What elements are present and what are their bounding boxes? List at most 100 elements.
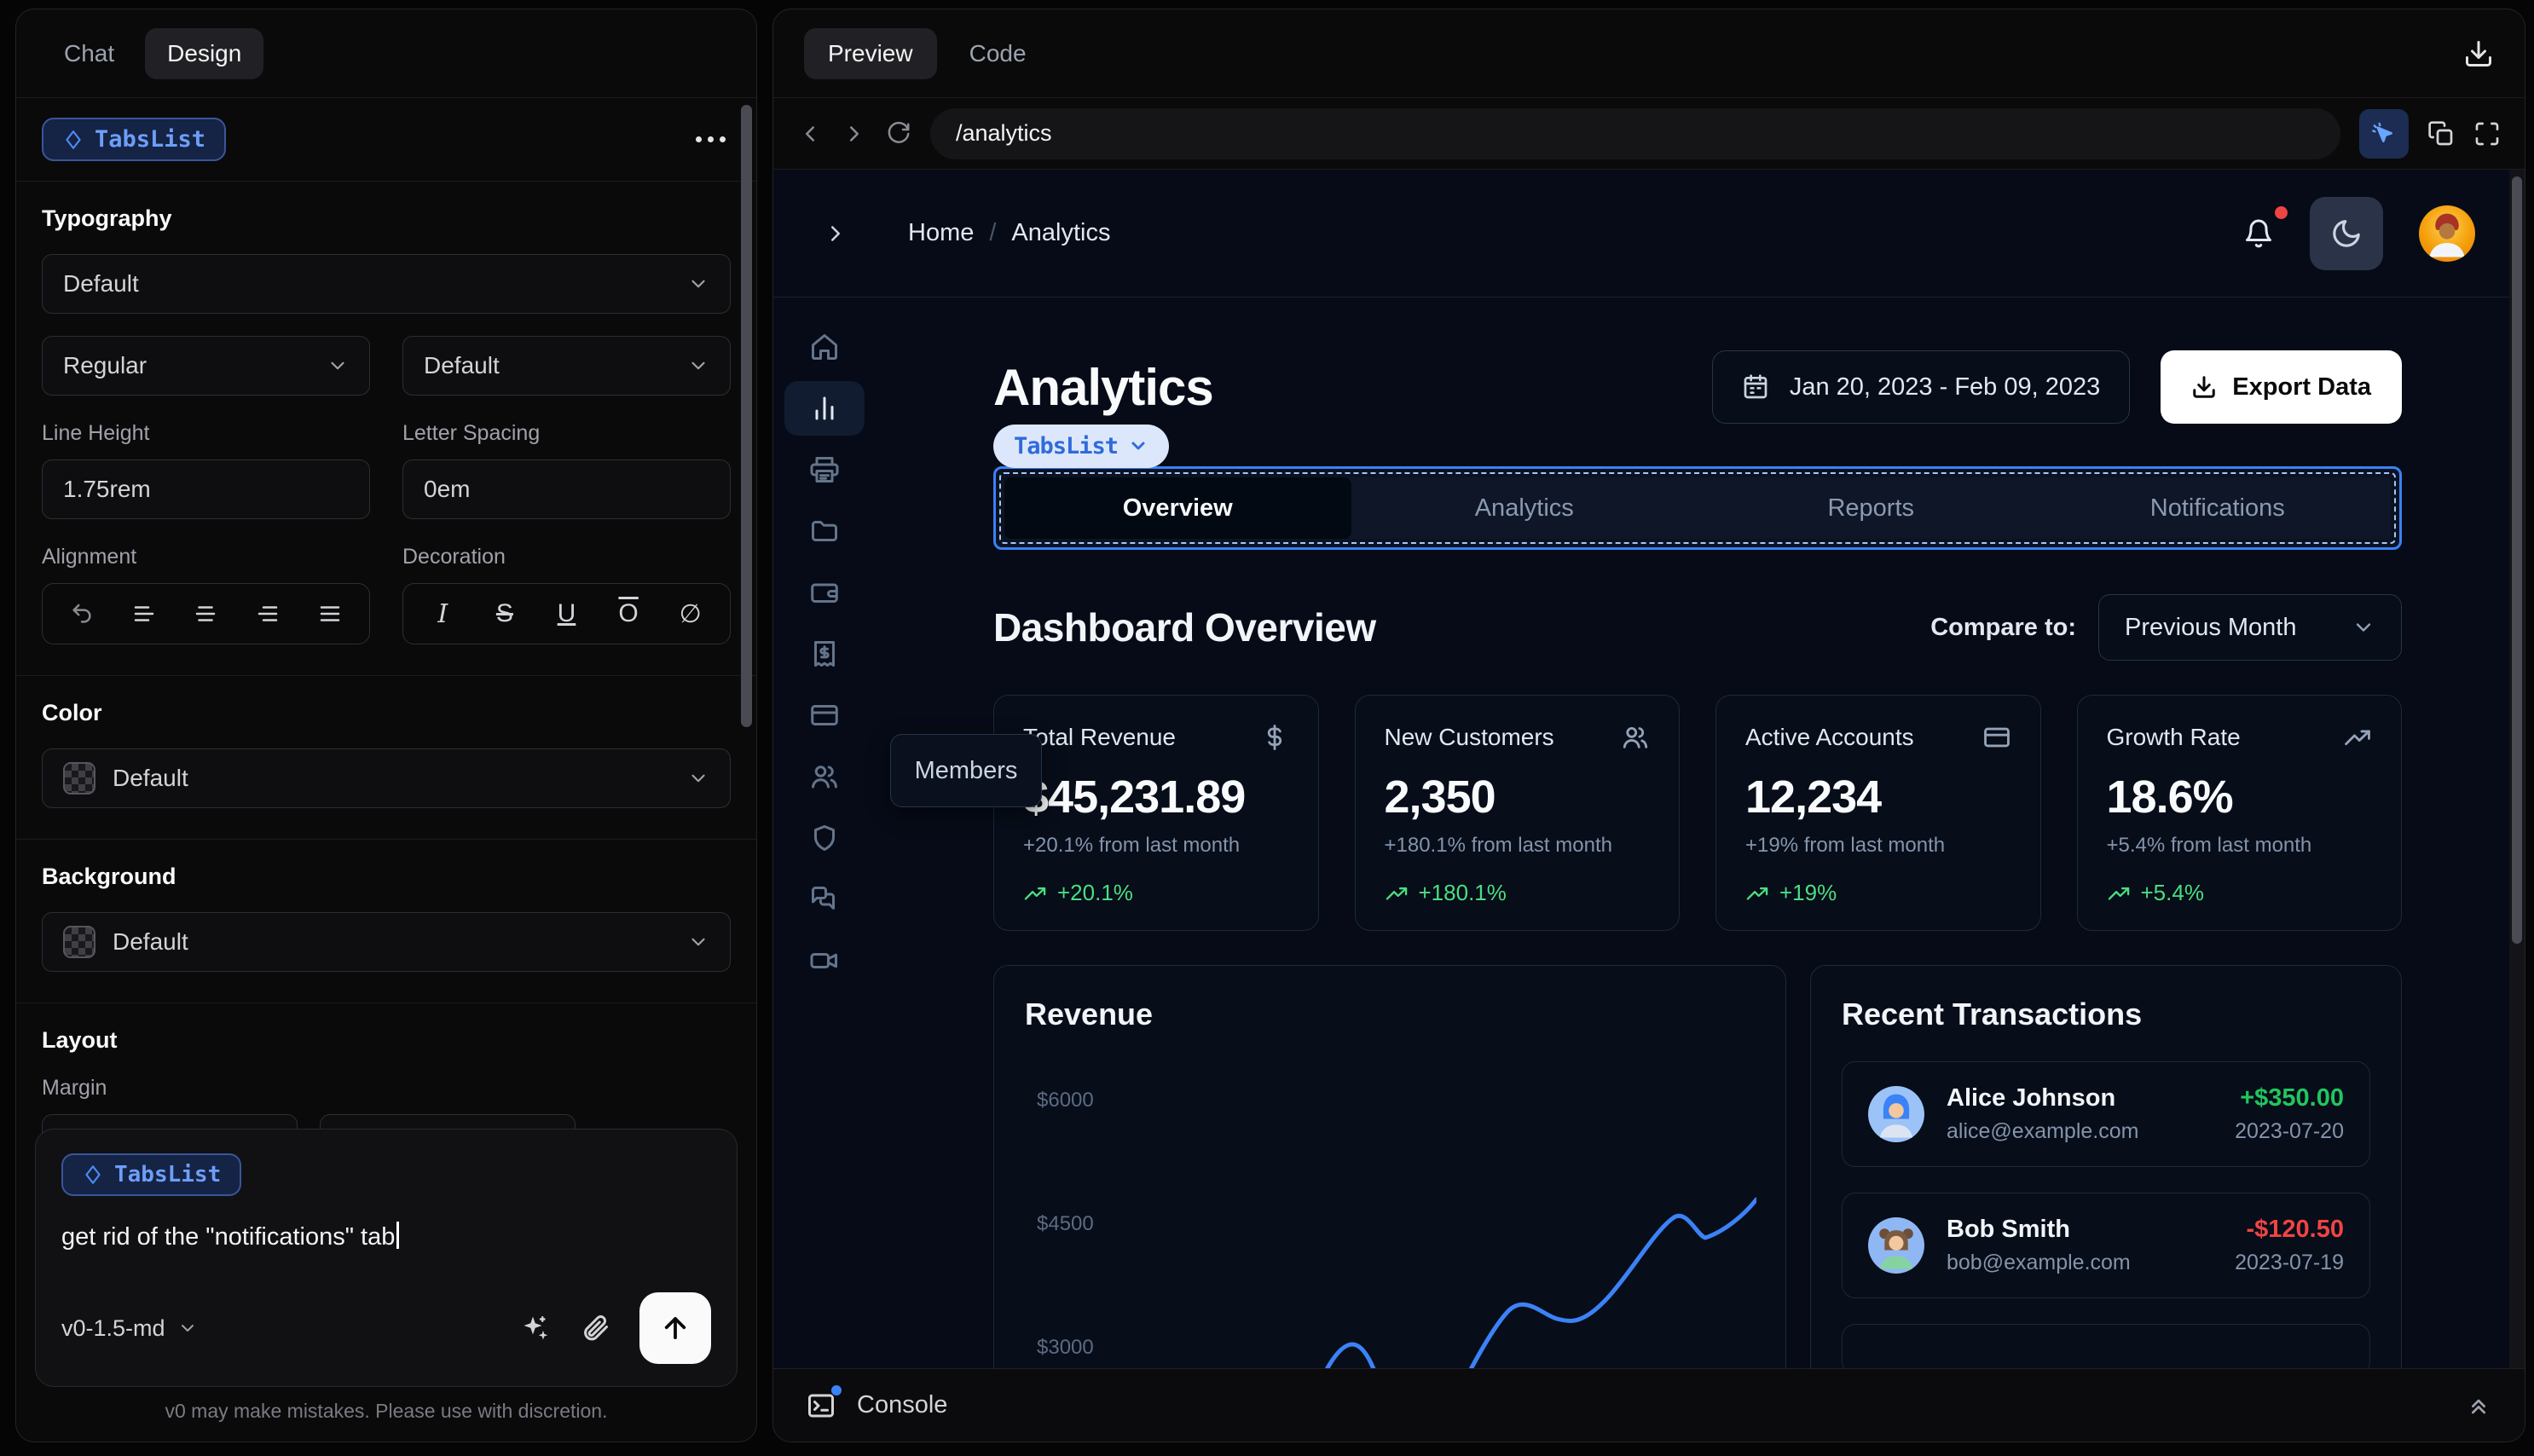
font-weight-select[interactable]: Regular (42, 336, 370, 396)
user-avatar[interactable] (2419, 205, 2475, 262)
model-select[interactable]: v0-1.5-md (61, 1315, 198, 1342)
nav-messages[interactable] (784, 869, 865, 930)
duplicate-button[interactable] (2427, 120, 2455, 147)
refresh-button[interactable] (886, 121, 911, 147)
theme-toggle[interactable] (2310, 196, 2383, 270)
prompt-composer[interactable]: TabsList get rid of the "notifications" … (35, 1129, 738, 1387)
tab-analytics[interactable]: Analytics (1351, 477, 1698, 539)
stat-subtext: +5.4% from last month (2106, 834, 2312, 857)
copy-icon (2427, 120, 2455, 147)
font-size-select[interactable]: Default (402, 336, 731, 396)
nav-video[interactable] (784, 930, 865, 991)
tab-design[interactable]: Design (145, 27, 264, 79)
nav-members[interactable] (784, 746, 865, 807)
background-title: Background (42, 864, 176, 889)
compare-select[interactable]: Previous Month (2098, 594, 2402, 661)
color-select[interactable]: Default (42, 748, 731, 808)
inspect-mode-button[interactable] (2359, 108, 2409, 159)
attachment-icon[interactable] (580, 1313, 610, 1343)
receipt-icon (809, 638, 840, 669)
left-panel-scrollbar[interactable] (741, 105, 752, 727)
stat-value: $45,231.89 (1023, 771, 1246, 823)
trending-up-icon (1023, 881, 1047, 905)
no-decoration-icon[interactable]: ∅ (676, 599, 705, 629)
home-icon (809, 332, 840, 362)
tab-code[interactable]: Code (946, 28, 1050, 79)
composer-context-chip[interactable]: TabsList (61, 1153, 242, 1196)
preview-scrollbar[interactable] (2509, 170, 2525, 1442)
color-swatch (63, 762, 95, 794)
background-select[interactable]: Default (42, 912, 731, 972)
transaction-row[interactable]: Bob Smith bob@example.com -$120.50 2023-… (1842, 1193, 2370, 1298)
url-input[interactable]: /analytics (930, 107, 2340, 159)
forward-button[interactable] (842, 121, 867, 147)
y-tick: $4500 (1037, 1212, 1094, 1235)
tab-preview[interactable]: Preview (804, 27, 937, 79)
background-section: Background Default (16, 840, 756, 1003)
chevron-down-icon (177, 1318, 198, 1338)
sidebar-toggle[interactable] (823, 221, 848, 246)
inspector-element-chip[interactable]: TabsList (993, 424, 1170, 468)
transaction-amount: -$120.50 (2246, 1216, 2345, 1243)
line-height-input[interactable]: 1.75rem (42, 459, 370, 519)
design-panel: Chat Design TabsList Typography Default … (15, 9, 757, 1442)
reset-alignment-icon[interactable] (69, 601, 95, 627)
transaction-row[interactable]: Alice Johnson alice@example.com +$350.00… (1842, 1061, 2370, 1167)
date-range-value: Jan 20, 2023 - Feb 09, 2023 (1789, 373, 2101, 401)
send-button[interactable] (639, 1292, 711, 1364)
export-data-button[interactable]: Export Data (2161, 350, 2402, 424)
nav-wallet[interactable] (784, 562, 865, 623)
nav-invoices[interactable] (784, 623, 865, 685)
letter-spacing-input[interactable]: 0em (402, 459, 731, 519)
align-justify-icon[interactable] (317, 601, 343, 627)
overline-icon[interactable]: O (614, 599, 643, 628)
trending-up-icon (2343, 723, 2372, 752)
back-button[interactable] (797, 121, 823, 147)
nav-reports[interactable] (784, 439, 865, 500)
download-button[interactable] (2463, 38, 2494, 69)
stat-cards: Total Revenue $45,231.89 +20.1% from las… (993, 695, 2402, 931)
align-left-icon[interactable] (131, 601, 157, 627)
underline-icon[interactable]: U (552, 599, 581, 628)
nav-analytics[interactable] (784, 381, 865, 436)
preview-nav-bar: /analytics (773, 98, 2525, 170)
prompt-input[interactable]: get rid of the "notifications" tab (61, 1222, 711, 1251)
align-center-icon[interactable] (193, 601, 218, 627)
console-bar[interactable]: Console (773, 1368, 2525, 1442)
transaction-email: alice@example.com (1947, 1119, 2139, 1143)
date-range-picker[interactable]: Jan 20, 2023 - Feb 09, 2023 (1711, 350, 2131, 424)
preview-mode-tabs: Preview Code (773, 9, 2525, 98)
decoration-label: Decoration (402, 545, 506, 569)
italic-icon[interactable]: I (428, 599, 457, 629)
nav-payments[interactable] (784, 685, 865, 746)
typography-section: Typography Default Regular Default Line … (16, 182, 756, 676)
nav-files[interactable] (784, 500, 865, 562)
wallet-icon (809, 577, 840, 608)
diamond-icon (62, 129, 84, 151)
selected-element-chip[interactable]: TabsList (42, 118, 227, 161)
align-right-icon[interactable] (255, 601, 281, 627)
preview-viewport: Home / Analytics Members Analytics TabsL… (773, 170, 2525, 1442)
notifications-button[interactable] (2243, 205, 2288, 249)
decoration-group: I S U O ∅ (402, 583, 731, 644)
fullscreen-button[interactable] (2473, 120, 2501, 147)
tab-reports[interactable]: Reports (1698, 477, 2045, 539)
chevron-down-icon (2352, 615, 2375, 639)
letter-spacing-value: 0em (424, 476, 471, 502)
letter-spacing-label: Letter Spacing (402, 421, 541, 445)
console-expand-button[interactable] (2465, 1392, 2492, 1419)
scrollbar-thumb[interactable] (2512, 176, 2522, 944)
strikethrough-icon[interactable]: S (490, 599, 519, 628)
more-options-button[interactable] (696, 136, 726, 142)
download-icon (2463, 38, 2494, 69)
line-height-value: 1.75rem (63, 476, 151, 502)
nav-security[interactable] (784, 807, 865, 869)
tab-notifications[interactable]: Notifications (2045, 477, 2392, 539)
tab-chat[interactable]: Chat (42, 28, 136, 79)
font-select[interactable]: Default (42, 254, 731, 314)
enhance-prompt-icon[interactable] (520, 1313, 551, 1343)
nav-home[interactable] (784, 316, 865, 378)
breadcrumb-home[interactable]: Home (908, 219, 974, 247)
users-icon (1621, 723, 1650, 752)
tab-overview[interactable]: Overview (1004, 477, 1351, 539)
